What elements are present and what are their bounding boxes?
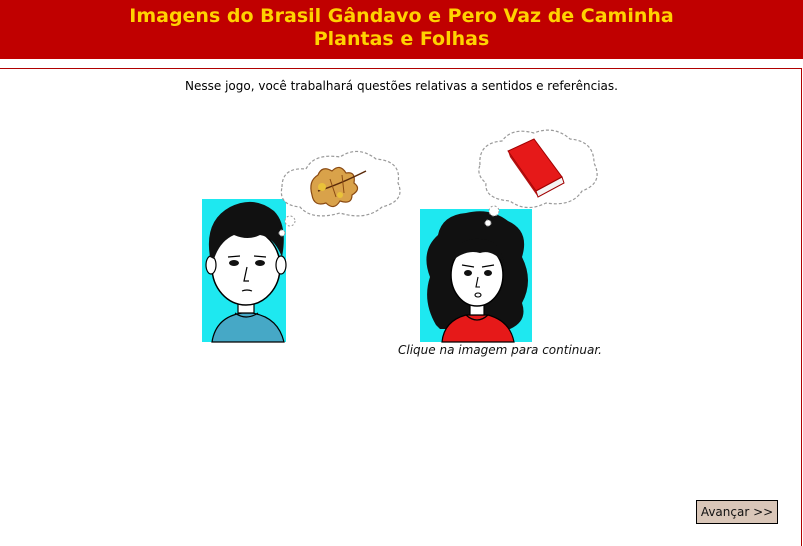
boy-figure xyxy=(202,199,287,343)
page-subtitle: Plantas e Folhas xyxy=(313,28,490,50)
page-title: Imagens do Brasil Gândavo e Pero Vaz de … xyxy=(129,5,674,27)
intro-text: Nesse jogo, você trabalhará questões rel… xyxy=(185,79,618,93)
illustration-image[interactable] xyxy=(190,125,610,347)
continue-caption: Clique na imagem para continuar. xyxy=(398,343,602,357)
boy-thought-cloud xyxy=(278,150,401,237)
girl-thought-cloud xyxy=(478,129,598,227)
girl-figure xyxy=(420,209,532,343)
next-button[interactable]: Avançar >> xyxy=(696,500,778,524)
page-header: Imagens do Brasil Gândavo e Pero Vaz de … xyxy=(0,0,803,59)
